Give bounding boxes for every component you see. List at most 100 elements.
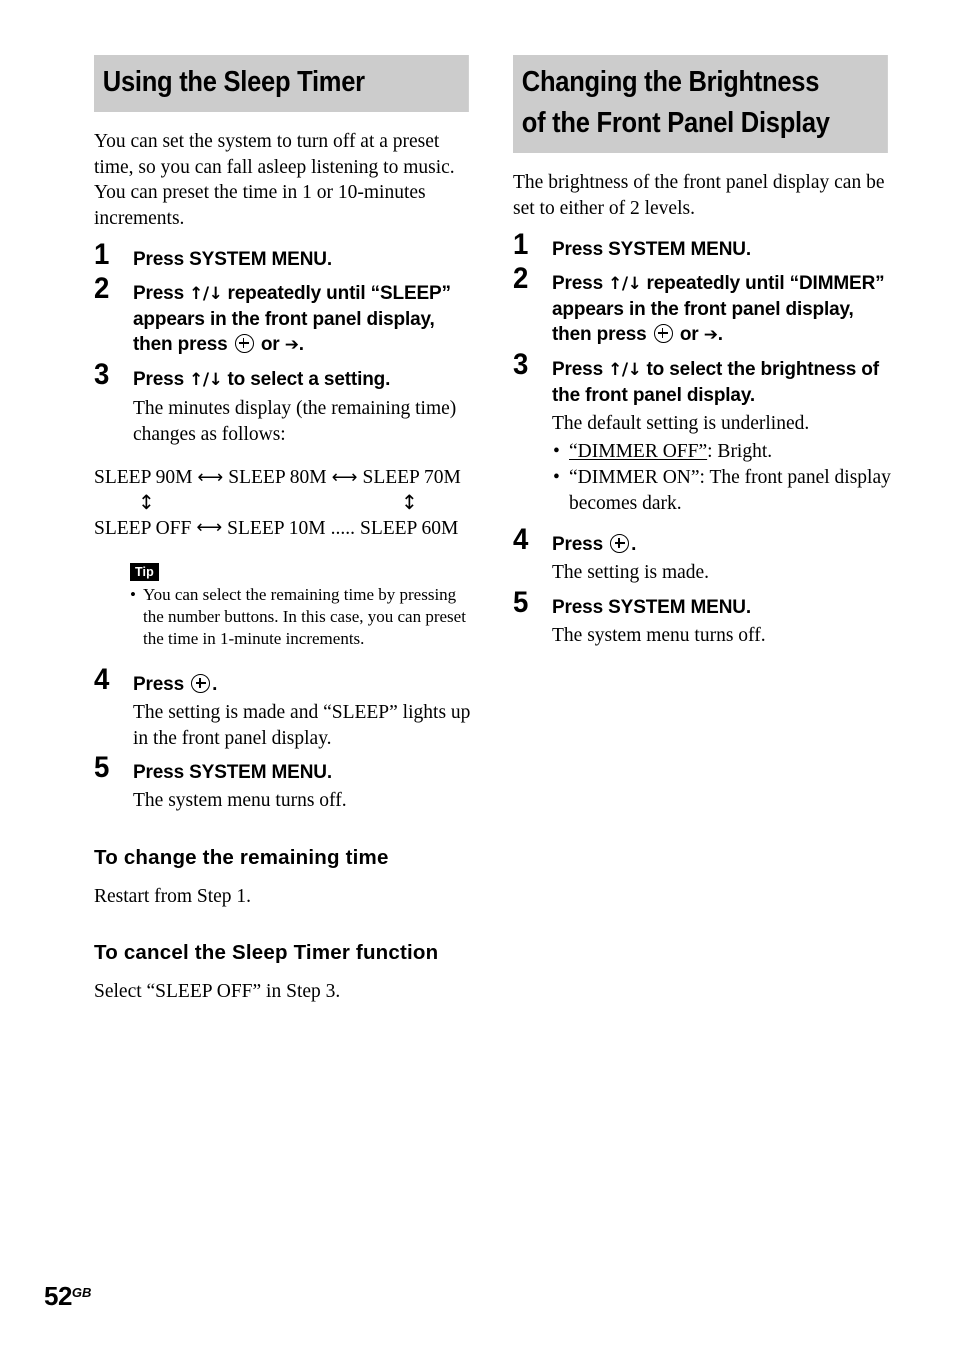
step-number: 5 xyxy=(94,751,110,784)
step-title: Press SYSTEM MENU. xyxy=(133,760,474,785)
step-item: 1 Press SYSTEM MENU. xyxy=(94,240,474,272)
sleep-cycle-ellipsis: ..... xyxy=(330,517,355,539)
left-right-arrow-icon: ⟷ xyxy=(196,517,223,539)
step-title: Press . xyxy=(133,672,474,697)
step-number: 2 xyxy=(94,272,110,305)
sleep-cycle-label: SLEEP 80M xyxy=(228,467,327,488)
step-item: 3 Press ↑/↓ to select the brightness of … xyxy=(513,350,893,517)
dimmer-off-description: : Bright. xyxy=(707,440,773,462)
up-down-arrow-icon: ↕ xyxy=(138,489,155,514)
step-item: 4 Press . The setting is made and “SLEEP… xyxy=(94,665,474,751)
step-title-text: Press xyxy=(133,674,190,695)
step-number: 3 xyxy=(513,348,529,381)
step-title-text: Press xyxy=(133,283,190,304)
sleep-cycle-row-bottom: SLEEP OFF ⟷ SLEEP 10M ..... SLEEP 60M xyxy=(94,517,466,539)
step-description: The system menu turns off. xyxy=(133,790,347,811)
sleep-cycle-label: SLEEP 90M xyxy=(94,467,193,488)
step-description: The setting is made. xyxy=(552,562,710,583)
left-right-arrow-icon: ⟷ xyxy=(331,466,358,488)
step-number: 4 xyxy=(513,523,529,556)
sleep-cycle-diagram: SLEEP 90M ⟷ SLEEP 80M ⟷ SLEEP 70M ↕ ↕ SL… xyxy=(94,468,466,538)
enter-circle-plus-icon xyxy=(234,334,254,353)
step-title: Press SYSTEM MENU. xyxy=(552,237,893,262)
sleep-cycle-label: SLEEP 10M xyxy=(227,517,326,539)
step-title-text: Press SYSTEM MENU. xyxy=(552,596,751,618)
left-column: Using the Sleep Timer You can set the sy… xyxy=(94,55,474,1005)
step-description: The minutes display (the remaining time)… xyxy=(133,398,457,445)
enter-circle-plus-icon xyxy=(191,674,211,693)
step-description: The default setting is underlined. xyxy=(552,413,810,434)
list-item: • “DIMMER OFF”: Bright. xyxy=(552,439,893,465)
step-number: 5 xyxy=(513,585,529,619)
tip-badge: Tip xyxy=(130,563,159,581)
subsection-heading-cancel-sleep-timer: To cancel the Sleep Timer function xyxy=(94,941,439,964)
step-title: Press ↑/↓ repeatedly until “SLEEP” appea… xyxy=(133,281,474,358)
section-heading-sleep-timer: Using the Sleep Timer xyxy=(94,55,469,112)
step-title: Press SYSTEM MENU. xyxy=(133,247,474,272)
left-heading-band: Using the Sleep Timer xyxy=(94,55,469,112)
up-down-arrow-icon: ↑/↓ xyxy=(608,360,642,380)
step-number: 2 xyxy=(513,262,529,295)
sleep-cycle-vertical-arrows: ↕ ↕ xyxy=(94,488,466,519)
step-title-text: . xyxy=(717,324,723,345)
left-step-list: 1 Press SYSTEM MENU. 2 Press ↑/↓ repeate… xyxy=(94,240,474,447)
page-number: 52 xyxy=(44,1281,72,1311)
up-down-arrow-icon: ↕ xyxy=(401,489,418,514)
bullet-dot: • xyxy=(553,440,560,462)
step-title-text: . xyxy=(631,534,637,555)
right-heading-band: Changing the Brightness of the Front Pan… xyxy=(513,55,888,153)
step-title-text: . xyxy=(298,334,304,355)
step-title-text: Press SYSTEM MENU. xyxy=(133,249,332,270)
right-intro-paragraph: The brightness of the front panel displa… xyxy=(513,172,885,219)
step-title: Press ↑/↓ repeatedly until “DIMMER” appe… xyxy=(552,271,893,348)
dimmer-on-description: “DIMMER ON”: The front panel display bec… xyxy=(569,467,891,514)
step-title-text: Press xyxy=(552,534,609,555)
sleep-cycle-label: SLEEP 70M xyxy=(362,467,461,488)
subsection-body: Select “SLEEP OFF” in Step 3. xyxy=(94,981,341,1002)
dimmer-off-label: “DIMMER OFF” xyxy=(569,440,708,462)
step-item: 3 Press ↑/↓ to select a setting. The min… xyxy=(94,360,474,447)
enter-circle-plus-icon xyxy=(610,534,630,553)
sleep-cycle-label: SLEEP OFF xyxy=(94,517,192,539)
enter-circle-plus-icon xyxy=(653,324,673,343)
document-page: Using the Sleep Timer You can set the sy… xyxy=(0,0,954,1352)
sleep-cycle-label: SLEEP 60M xyxy=(359,517,459,539)
bullet-dot: • xyxy=(130,585,136,604)
step-title-text: Press SYSTEM MENU. xyxy=(133,762,332,783)
step-description: The setting is made and “SLEEP” lights u… xyxy=(133,702,471,749)
step-number: 3 xyxy=(94,358,110,391)
step-title: Press ↑/↓ to select a setting. xyxy=(133,367,474,393)
step-title: Press SYSTEM MENU. xyxy=(552,595,893,620)
up-down-arrow-icon: ↑/↓ xyxy=(189,284,223,304)
step-title-text: or xyxy=(255,334,285,355)
step-number: 4 xyxy=(94,663,110,696)
up-down-arrow-icon: ↑/↓ xyxy=(608,274,642,294)
right-arrow-icon: ➔ xyxy=(284,335,299,355)
step-number: 1 xyxy=(94,238,110,271)
right-step-list: 1 Press SYSTEM MENU. 2 Press ↑/↓ repeate… xyxy=(513,230,893,649)
up-down-arrow-icon: ↑/↓ xyxy=(189,370,223,390)
step-title-text: . xyxy=(212,674,218,695)
step-title-text: Press xyxy=(552,273,609,294)
tip-text: • You can select the remaining time by pr… xyxy=(130,584,474,650)
dimmer-options-list: • “DIMMER OFF”: Bright. • “DIMMER ON”: The… xyxy=(552,439,893,517)
step-title: Press . xyxy=(552,532,893,557)
left-intro-paragraph: You can set the system to turn off at a … xyxy=(94,131,455,229)
step-title-text: Press SYSTEM MENU. xyxy=(552,239,751,260)
right-arrow-icon: ➔ xyxy=(703,325,718,345)
page-region-code: GB xyxy=(71,1285,92,1300)
sleep-cycle-row-top: SLEEP 90M ⟷ SLEEP 80M ⟷ SLEEP 70M xyxy=(94,468,466,488)
step-item: 5 Press SYSTEM MENU. The system menu tur… xyxy=(513,587,893,649)
step-title-text: Press xyxy=(552,359,609,380)
page-footer: 52GB xyxy=(44,1280,91,1309)
step-title-text: or xyxy=(674,324,704,345)
subsection-heading-change-remaining-time: To change the remaining time xyxy=(94,845,389,869)
step-item: 4 Press . The setting is made. xyxy=(513,525,893,586)
left-step-list-continued: 4 Press . The setting is made and “SLEEP… xyxy=(94,665,474,814)
bullet-dot: • xyxy=(553,467,560,488)
step-title: Press ↑/↓ to select the brightness of th… xyxy=(552,357,893,408)
right-column: Changing the Brightness of the Front Pan… xyxy=(513,55,893,648)
step-description: The system menu turns off. xyxy=(552,624,766,646)
tip-body-text: You can select the remaining time by pre… xyxy=(143,585,466,648)
subsection-body: Restart from Step 1. xyxy=(94,885,252,907)
